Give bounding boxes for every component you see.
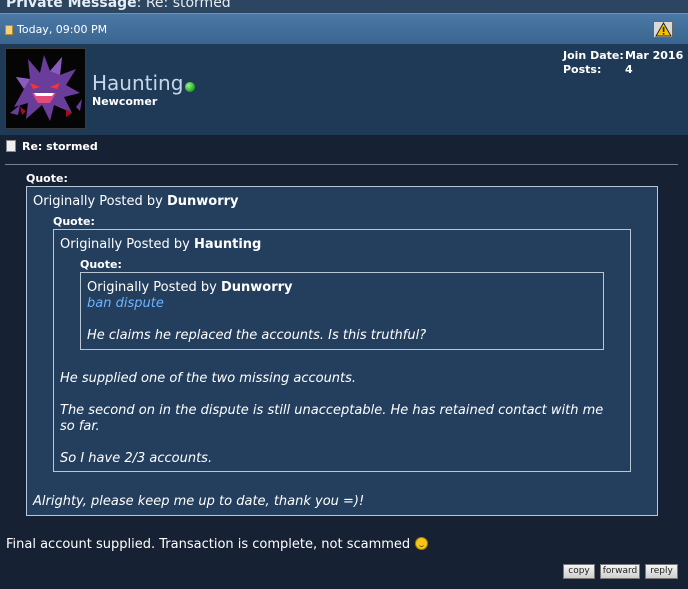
quote-header-middle: Originally Posted by Haunting — [60, 237, 262, 252]
avatar[interactable] — [5, 48, 86, 129]
quote-box-middle — [53, 229, 631, 472]
username[interactable]: Haunting — [92, 71, 183, 95]
user-info-panel: Haunting Newcomer Join Date:Mar 2016 Pos… — [0, 44, 688, 135]
user-rank: Newcomer — [92, 95, 158, 108]
middle-quote-line: He supplied one of the two missing accou… — [60, 371, 357, 386]
quote-header-outer: Originally Posted by Dunworry — [33, 194, 239, 209]
inner-quote-text: He claims he replaced the accounts. Is t… — [87, 328, 427, 343]
divider — [5, 164, 678, 165]
middle-quote-line: so far. — [60, 419, 100, 434]
post-header-bar: Today, 09:00 PM — [0, 13, 688, 44]
posts-label: Posts: — [563, 63, 602, 76]
quote-label: Quote: — [53, 215, 95, 228]
join-date-label: Join Date: — [563, 49, 624, 62]
quote-author-middle[interactable]: Haunting — [194, 237, 261, 252]
post-document-icon — [5, 25, 13, 35]
smiley-icon — [415, 537, 429, 550]
message-title: Re: stormed — [6, 140, 98, 153]
forward-button[interactable]: forward — [600, 564, 640, 579]
post-date: Today, 09:00 PM — [17, 23, 108, 36]
user-stats: Join Date:Mar 2016 Posts: 4 — [563, 49, 683, 77]
document-icon — [6, 140, 16, 152]
message-body: Final account supplied. Transaction is c… — [6, 537, 429, 552]
copy-button[interactable]: copy — [563, 564, 595, 579]
quote-label: Quote: — [26, 172, 68, 185]
window-title-bar: Private Message: Re: stormed — [0, 0, 688, 13]
middle-quote-line: The second on in the dispute is still un… — [60, 403, 604, 418]
window-title: Private Message: Re: stormed — [6, 0, 231, 11]
reply-button[interactable]: reply — [645, 564, 678, 579]
quote-author-outer[interactable]: Dunworry — [167, 194, 239, 209]
quote-author-inner[interactable]: Dunworry — [221, 280, 293, 295]
haunter-avatar-image — [10, 55, 82, 121]
ban-dispute-link[interactable]: ban dispute — [87, 296, 164, 311]
quote-label: Quote: — [80, 258, 122, 271]
warning-icon — [655, 22, 672, 37]
outer-quote-text: Alrighty, please keep me up to date, tha… — [33, 494, 365, 509]
posts-value: 4 — [625, 63, 633, 76]
middle-quote-line: So I have 2/3 accounts. — [60, 451, 213, 466]
join-date-value: Mar 2016 — [625, 49, 684, 62]
report-button[interactable] — [653, 21, 673, 38]
quote-header-inner: Originally Posted by Dunworry — [87, 280, 293, 295]
online-status-icon — [185, 82, 195, 92]
